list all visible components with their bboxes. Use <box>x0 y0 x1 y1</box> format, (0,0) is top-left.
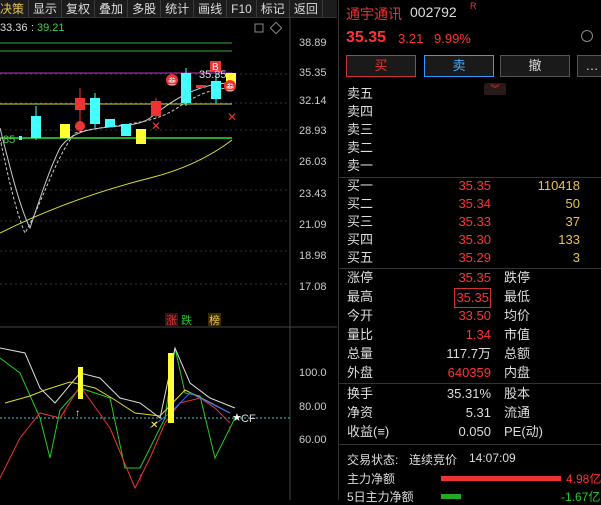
r-badge: R <box>470 1 477 11</box>
left-value-label: .85 <box>0 134 15 146</box>
kline-chart[interactable]: 33.36 : 39.21 叁 叁 B ✕ ✕ 35.35 .85 38.89 … <box>0 18 337 500</box>
svg-text:✕: ✕ <box>150 420 158 431</box>
ask-row: 卖二 <box>347 140 374 155</box>
kline-svg[interactable]: 33.36 : 39.21 叁 叁 B ✕ ✕ 35.35 .85 38.89 … <box>0 18 337 500</box>
indicator-value-a: 33.36 <box>0 22 28 34</box>
current-price: 35.35 <box>346 29 387 46</box>
buy-button[interactable]: 买 <box>346 55 416 77</box>
menu-decision[interactable]: 决策 <box>0 0 30 18</box>
price-label-6: 23.43 <box>299 188 327 200</box>
svg-text:↑: ↑ <box>62 408 67 419</box>
menu-draw-line[interactable]: 画线 <box>194 0 228 18</box>
bid-row[interactable]: 买二 35.34 50 <box>339 195 601 213</box>
svg-text:榜: 榜 <box>209 313 220 327</box>
cross-mark-icon-2: ✕ <box>227 110 237 124</box>
quote-header: 通宇通讯 002792 R <box>339 0 601 26</box>
cancel-order-button[interactable]: 撤 <box>500 55 570 77</box>
svg-text:↑: ↑ <box>138 470 144 484</box>
five-day-bar <box>441 494 461 499</box>
stat-outer: 外盘 640359 内盘 <box>347 365 531 380</box>
svg-text:↑: ↑ <box>75 408 80 419</box>
price-label-8: 18.98 <box>299 250 327 262</box>
stat-turnover: 换手 35.31% 股本 <box>347 386 531 401</box>
menu-multi-stock[interactable]: 多股 <box>128 0 162 18</box>
menu-adjust[interactable]: 复权 <box>62 0 96 18</box>
sub-label-1: 100.0 <box>299 367 327 379</box>
main-net-value: 4.98亿 <box>566 472 601 486</box>
stock-code: 002792 <box>410 4 457 20</box>
settings-icon[interactable] <box>254 23 264 33</box>
price-label-3: 32.14 <box>299 95 327 107</box>
menu-bar: 决策 显示 复权 叠加 多股 统计 画线 F10 标记 返回 <box>0 0 337 18</box>
main-net-bar <box>441 476 561 481</box>
ask-row: 卖五 <box>347 86 374 101</box>
settings-icon[interactable] <box>581 30 593 42</box>
more-button[interactable]: … <box>577 55 601 77</box>
stat-total-volume: 总量 117.7万 总额 <box>347 346 531 361</box>
menu-display[interactable]: 显示 <box>29 0 63 18</box>
sell-button[interactable]: 卖 <box>424 55 494 77</box>
stat-eps: 收益(≡) 0.050 PE(动) <box>347 424 544 439</box>
marker-price-label: 35.35 <box>199 69 227 81</box>
ask-row: 卖一 <box>347 158 374 173</box>
trade-status: 连续竞价 <box>409 453 458 467</box>
price-label-9: 17.08 <box>299 281 327 293</box>
ask-row: 卖四 <box>347 104 374 119</box>
bid-row[interactable]: 买一 35.35 110418 <box>339 177 601 195</box>
marker-circle-icon <box>75 121 85 131</box>
indicator-sep: : <box>31 22 34 34</box>
stock-name[interactable]: 通宇通讯 <box>346 4 402 24</box>
stat-limit-up: 涨停 35.35 跌停 <box>347 270 531 285</box>
menu-back[interactable]: 返回 <box>290 0 323 18</box>
capital-flow: 交易状态: 连续竞价 14:07:09 主力净额 4.98亿 5日主力净额 -1… <box>339 448 601 504</box>
sub-indicator: ↑ ↑ ↑ ↑ ★ CF ✕ <box>0 346 290 490</box>
svg-text:涨: 涨 <box>166 314 177 327</box>
sub-label-3: 60.00 <box>299 434 327 446</box>
ask-row: 卖三 <box>347 122 374 137</box>
stat-net-assets: 净资 5.31 流通 <box>347 405 531 420</box>
diamond-icon[interactable] <box>269 21 283 35</box>
svg-text:↑: ↑ <box>227 422 233 436</box>
stat-open: 今开 33.50 均价 <box>347 308 531 323</box>
stat-volume-ratio: 量比 1.34 市值 <box>347 327 531 342</box>
bid-row[interactable]: 买三 35.33 37 <box>339 213 601 231</box>
cross-mark-icon: ✕ <box>151 119 161 133</box>
menu-statistics[interactable]: 统计 <box>161 0 195 18</box>
menu-mark[interactable]: 标记 <box>257 0 290 18</box>
price-label-2: 35.35 <box>299 67 327 79</box>
price-change: 3.21 <box>398 31 424 46</box>
price-label-7: 21.09 <box>299 219 327 231</box>
trade-time: 14:07:09 <box>469 451 516 465</box>
menu-overlay[interactable]: 叠加 <box>95 0 129 18</box>
bid-row[interactable]: 买四 35.30 133 <box>339 231 601 249</box>
stat-high: 最高 35.35 最低 <box>339 288 601 308</box>
price-change-percent: 9.99% <box>434 31 471 46</box>
sub-label-2: 80.00 <box>299 401 327 413</box>
quote-panel: 通宇通讯 002792 R 35.35 3.21 9.99% 买 卖 撤 … ︾… <box>338 0 601 504</box>
badge-die: 跌 <box>181 313 192 327</box>
bid-row[interactable]: 买五 35.29 3 <box>339 249 601 267</box>
price-label-1: 38.89 <box>299 37 327 49</box>
svg-text:叁: 叁 <box>168 76 176 86</box>
indicator-value-b: 39.21 <box>37 22 65 34</box>
five-day-value: -1.67亿 <box>561 490 601 504</box>
status-label: 交易状态: <box>347 453 399 467</box>
svg-text:叁: 叁 <box>226 82 234 92</box>
main-net-label: 主力净额 <box>347 472 396 486</box>
price-label-4: 28.93 <box>299 125 327 137</box>
menu-f10[interactable]: F10 <box>227 0 257 18</box>
price-label-5: 26.03 <box>299 156 327 168</box>
five-day-label: 5日主力净额 <box>347 490 414 504</box>
cf-label: CF <box>241 413 256 425</box>
